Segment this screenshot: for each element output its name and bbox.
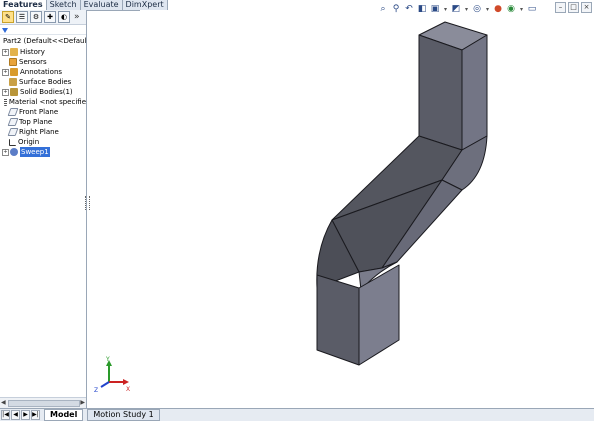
bottom-tab-bar: |◀ ◀ ▶ ▶| Model Motion Study 1 — [0, 408, 594, 421]
tree-item-label: History — [20, 48, 45, 56]
tree-item-material[interactable]: Material <not specifie — [0, 97, 86, 107]
upper-front-face — [418, 34, 463, 151]
triad-y-label: Y — [105, 356, 110, 363]
annotations-icon — [10, 68, 18, 76]
tree-item-annotations[interactable]: + Annotations — [0, 67, 86, 77]
tab-features[interactable]: Features — [0, 0, 47, 10]
expand-icon[interactable]: + — [2, 148, 9, 156]
upper-side-face — [461, 34, 488, 151]
feature-tree: Part2 (Default<<Default + History Sensor… — [0, 35, 86, 157]
panel-tab-icons: ✎ ☰ ⚙ ✚ ◐ » — [0, 10, 86, 25]
tree-item-label: Material <not specifie — [8, 98, 86, 106]
surface-bodies-icon — [9, 78, 17, 86]
tree-item-surface-bodies[interactable]: Surface Bodies — [0, 77, 86, 87]
tree-item-label: Annotations — [20, 68, 63, 76]
tree-item-label: Origin — [18, 138, 40, 146]
tree-item-top-plane[interactable]: Top Plane — [0, 117, 86, 127]
scroll-left-icon[interactable]: ◀ — [1, 399, 6, 406]
dimxpert-manager-tab-icon[interactable]: ✚ — [44, 11, 56, 23]
plane-icon — [7, 128, 19, 136]
tab-model[interactable]: Model — [44, 409, 84, 421]
scrollbar-thumb[interactable] — [8, 400, 80, 407]
tree-item-sensors[interactable]: Sensors — [0, 57, 86, 67]
tab-evaluate[interactable]: Evaluate — [80, 0, 123, 10]
plane-icon — [7, 108, 19, 116]
tree-item-label: Top Plane — [19, 118, 53, 126]
sweep-feature-icon — [10, 148, 18, 156]
scroll-right-icon[interactable]: ▶ — [80, 399, 85, 406]
feature-manager-panel: ✎ ☰ ⚙ ✚ ◐ » Part2 (Default<<Default + Hi… — [0, 10, 87, 408]
expand-icon[interactable]: + — [2, 68, 9, 76]
tree-item-origin[interactable]: Origin — [0, 137, 86, 147]
prev-tab-icon[interactable]: ◀ — [11, 410, 20, 420]
tab-dimxpert[interactable]: DimXpert — [122, 0, 168, 10]
tab-sketch[interactable]: Sketch — [46, 0, 81, 10]
tree-item-label: Right Plane — [19, 128, 59, 136]
property-manager-tab-icon[interactable]: ☰ — [16, 11, 28, 23]
tree-item-solid-bodies[interactable]: + Solid Bodies(1) — [0, 87, 86, 97]
reference-triad-icon: Y X Z — [94, 356, 130, 394]
graphics-area[interactable]: Y X Z — [87, 10, 594, 408]
tree-root-label: Part2 (Default<<Default — [3, 37, 87, 45]
sensors-icon — [9, 58, 17, 66]
tree-item-label: Surface Bodies — [19, 78, 72, 86]
tree-item-label: Sensors — [19, 58, 47, 66]
triad-x-label: X — [126, 386, 130, 393]
tree-root-part[interactable]: Part2 (Default<<Default — [0, 36, 86, 47]
next-tab-icon[interactable]: ▶ — [21, 410, 30, 420]
history-icon — [10, 48, 18, 56]
plane-icon — [7, 118, 19, 126]
more-tabs-icon[interactable]: » — [74, 12, 80, 22]
tree-item-sweep1[interactable]: + Sweep1 — [0, 147, 86, 157]
origin-icon — [9, 138, 16, 146]
triad-z-label: Z — [94, 387, 98, 394]
tree-item-label: Sweep1 — [20, 147, 50, 157]
panel-horizontal-scrollbar[interactable]: ◀ ▶ — [0, 397, 86, 408]
tree-item-label: Solid Bodies(1) — [20, 88, 73, 96]
last-tab-icon[interactable]: ▶| — [31, 410, 40, 420]
tab-motion-study-1[interactable]: Motion Study 1 — [87, 409, 160, 421]
filter-icon[interactable] — [2, 27, 8, 33]
first-tab-icon[interactable]: |◀ — [1, 410, 10, 420]
expand-icon[interactable]: + — [2, 48, 9, 56]
tree-item-history[interactable]: + History — [0, 47, 86, 57]
tree-item-front-plane[interactable]: Front Plane — [0, 107, 86, 117]
feature-manager-tab-icon[interactable]: ✎ — [2, 11, 14, 23]
sweep-part-model[interactable] — [87, 10, 594, 408]
expand-icon[interactable]: + — [2, 88, 9, 96]
tree-item-right-plane[interactable]: Right Plane — [0, 127, 86, 137]
tree-item-label: Front Plane — [19, 108, 59, 116]
material-icon — [4, 98, 7, 106]
display-manager-tab-icon[interactable]: ◐ — [58, 11, 70, 23]
solid-bodies-icon — [10, 88, 18, 96]
lower-front-face — [316, 274, 360, 366]
filter-row — [0, 25, 86, 35]
configuration-manager-tab-icon[interactable]: ⚙ — [30, 11, 42, 23]
